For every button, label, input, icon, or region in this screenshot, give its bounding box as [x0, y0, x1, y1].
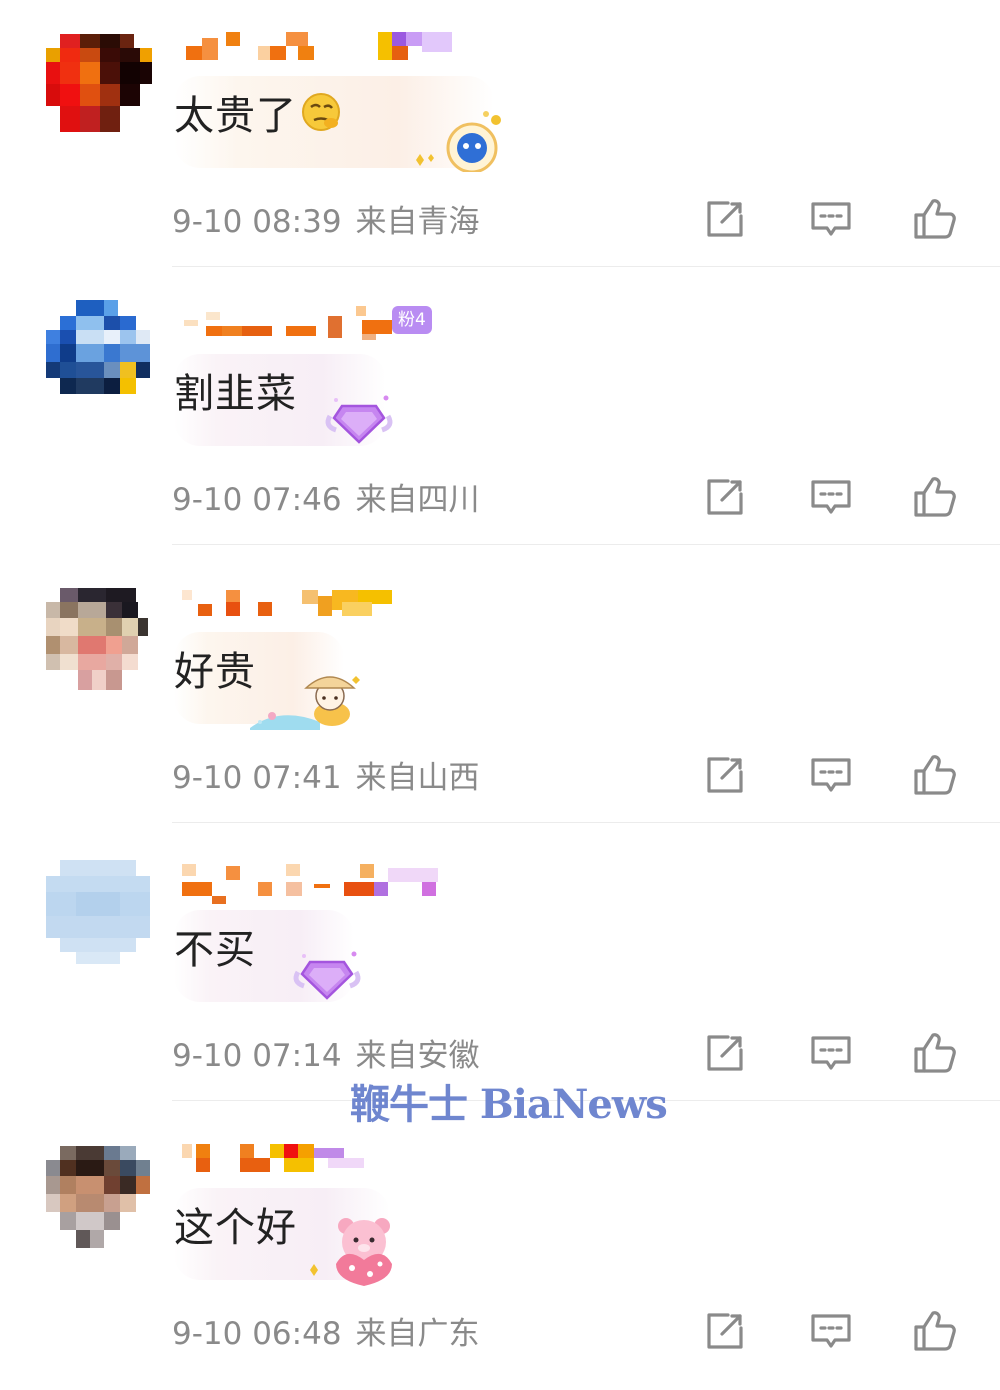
comment-text: 太贵了 — [174, 90, 341, 145]
thumbs-up-icon — [914, 755, 956, 795]
nickname-redacted[interactable] — [178, 864, 478, 904]
comment-location: 来自青海 — [355, 204, 480, 240]
nickname-redacted[interactable] — [178, 586, 478, 620]
avatar[interactable] — [46, 30, 152, 136]
share-button[interactable] — [702, 474, 748, 520]
comment-location: 来自山西 — [355, 760, 480, 796]
comment-location: 来自四川 — [355, 482, 480, 518]
share-button[interactable] — [702, 196, 748, 242]
divider — [172, 266, 1000, 267]
comment-item: 太贵了 9-10 08:39 来自青海 — [0, 0, 1000, 278]
like-button[interactable] — [912, 752, 958, 798]
nickname-redacted[interactable] — [178, 306, 478, 340]
comment-location: 来自安徽 — [355, 1038, 480, 1074]
comment-text: 割韭菜 — [174, 371, 297, 417]
comment-time: 9-10 07:14 — [172, 1038, 342, 1074]
avatar[interactable] — [46, 1146, 152, 1252]
divider — [172, 822, 1000, 823]
comment-time: 9-10 08:39 — [172, 204, 342, 240]
like-button[interactable] — [912, 474, 958, 520]
comment-meta: 9-10 06:48 来自广东 — [172, 1312, 480, 1356]
comment-icon — [811, 1036, 851, 1070]
comment-text: 这个好 — [174, 1205, 297, 1251]
comment-item: 粉4 割韭菜 9-10 07:46 来自四川 — [0, 278, 1000, 556]
diamond-badge-icon — [322, 390, 396, 454]
comment-time: 9-10 06:48 — [172, 1316, 342, 1352]
comment-meta: 9-10 07:41 来自山西 — [172, 756, 480, 800]
nickname-redacted[interactable] — [178, 1142, 478, 1176]
thumbs-up-icon — [914, 1311, 956, 1351]
comment-location: 来自广东 — [355, 1316, 480, 1352]
share-icon — [707, 1313, 743, 1349]
like-button[interactable] — [912, 196, 958, 242]
astronaut-sticker-icon — [410, 108, 510, 176]
share-button[interactable] — [702, 752, 748, 798]
watermark: 鞭牛士 BiaNews — [350, 1081, 668, 1128]
thumbs-up-icon — [914, 1033, 956, 1073]
fan-level-badge: 粉4 — [392, 306, 432, 334]
reply-button[interactable] — [808, 474, 854, 520]
comment-text: 不买 — [174, 927, 256, 973]
thumbs-up-icon — [914, 477, 956, 517]
avatar[interactable] — [46, 860, 152, 966]
diamond-badge-icon — [290, 946, 364, 1010]
share-button[interactable] — [702, 1030, 748, 1076]
comment-time: 9-10 07:46 — [172, 482, 342, 518]
share-icon — [707, 201, 743, 237]
comment-item: 好贵 9-10 07:41 来自山西 — [0, 556, 1000, 834]
avatar[interactable] — [46, 300, 152, 406]
reply-button[interactable] — [808, 1308, 854, 1354]
comment-icon — [811, 758, 851, 792]
share-icon — [707, 479, 743, 515]
comment-time: 9-10 07:41 — [172, 760, 342, 796]
reply-button[interactable] — [808, 1030, 854, 1076]
comment-item: 这个好 9-10 06:48 来自广东 — [0, 1112, 1000, 1390]
cartoon-girl-sticker-icon — [244, 668, 368, 736]
nickname-redacted[interactable] — [178, 30, 478, 64]
comment-icon — [811, 202, 851, 236]
reply-button[interactable] — [808, 752, 854, 798]
comment-item: 不买 9-10 07:14 来自安徽 — [0, 834, 1000, 1112]
thumbs-up-icon — [914, 199, 956, 239]
avatar[interactable] — [46, 588, 152, 694]
like-button[interactable] — [912, 1308, 958, 1354]
comment-icon — [811, 480, 851, 514]
comment-meta: 9-10 07:46 来自四川 — [172, 478, 480, 522]
divider — [172, 544, 1000, 545]
thinking-face-emoji — [301, 92, 341, 145]
share-button[interactable] — [702, 1308, 748, 1354]
reply-button[interactable] — [808, 196, 854, 242]
share-icon — [707, 757, 743, 793]
comment-icon — [811, 1314, 851, 1348]
comment-meta: 9-10 08:39 来自青海 — [172, 200, 480, 244]
share-icon — [707, 1035, 743, 1071]
like-button[interactable] — [912, 1030, 958, 1076]
pink-bear-sticker-icon — [296, 1212, 402, 1290]
